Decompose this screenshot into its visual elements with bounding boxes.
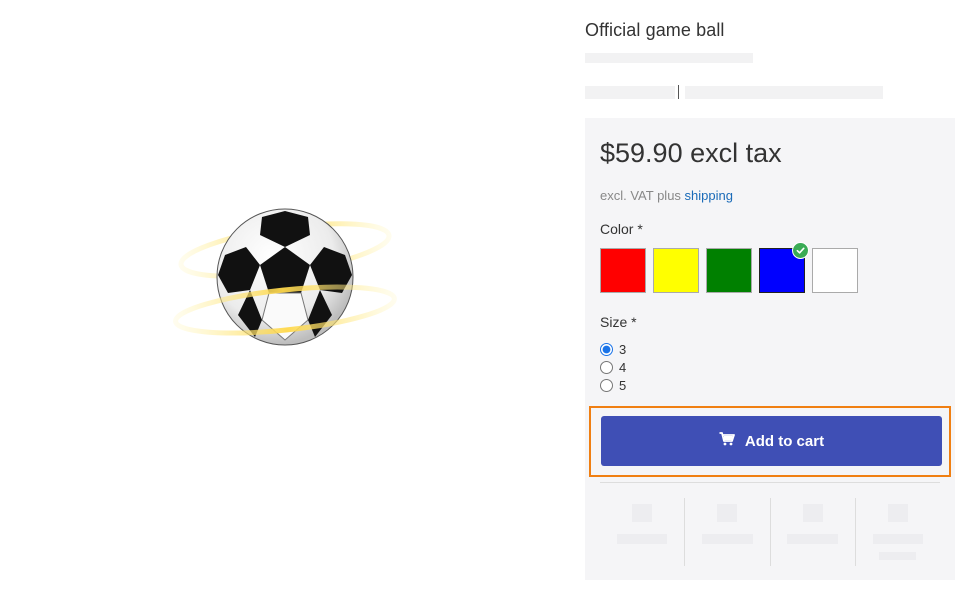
meta-placeholder <box>585 86 675 99</box>
color-swatches <box>600 242 858 293</box>
size-option-label: 4 <box>619 359 627 375</box>
feature-text-placeholder <box>787 534 838 544</box>
meta-divider <box>678 85 679 99</box>
vat-text: excl. VAT plus <box>600 188 681 203</box>
product-title: Official game ball <box>585 20 725 40</box>
feature-text-placeholder <box>702 534 753 544</box>
price: $59.90 excl tax <box>600 138 782 168</box>
add-to-cart-highlight: Add to cart <box>589 406 951 477</box>
size-option-label: 5 <box>619 377 627 393</box>
swatch-blue[interactable] <box>759 242 809 293</box>
feature-item <box>685 498 771 566</box>
size-option-label: 3 <box>619 341 627 357</box>
feature-item <box>600 498 686 566</box>
shipping-link[interactable]: shipping <box>685 188 733 203</box>
add-to-cart-label: Add to cart <box>744 432 825 450</box>
feature-icon <box>632 504 653 522</box>
feature-icon <box>887 504 908 522</box>
feature-item <box>856 498 940 566</box>
size-options: 3 4 5 <box>600 340 626 394</box>
swatch-green[interactable] <box>706 248 752 293</box>
purchase-box: $59.90 excl tax excl. VAT plus shipping … <box>585 118 955 580</box>
size-option-5[interactable]: 5 <box>600 376 626 394</box>
product-image-area <box>0 0 575 594</box>
size-label: Size * <box>600 314 637 330</box>
cart-icon <box>719 432 735 450</box>
rating-placeholder <box>585 53 753 63</box>
swatch-red[interactable] <box>600 248 646 293</box>
size-option-4[interactable]: 4 <box>600 358 626 376</box>
feature-text-placeholder <box>872 534 924 544</box>
feature-text-placeholder <box>879 552 917 560</box>
soccer-ball-image <box>173 208 397 346</box>
size-radio-3[interactable] <box>600 342 613 356</box>
features-divider <box>600 482 940 483</box>
color-label: Color * <box>600 221 643 237</box>
feature-text-placeholder <box>616 534 668 544</box>
feature-item <box>771 498 856 566</box>
size-option-3[interactable]: 3 <box>600 340 626 358</box>
swatch-yellow[interactable] <box>653 248 699 293</box>
product-panel: Official game ball $59.90 excl tax excl.… <box>585 0 955 594</box>
check-icon <box>792 242 809 259</box>
vat-note: excl. VAT plus shipping <box>600 188 733 203</box>
swatch-white[interactable] <box>812 248 858 293</box>
size-radio-5[interactable] <box>600 378 613 392</box>
size-radio-4[interactable] <box>600 360 613 374</box>
feature-icon <box>717 504 738 522</box>
feature-list <box>600 498 940 566</box>
add-to-cart-button[interactable]: Add to cart <box>601 416 942 466</box>
feature-icon <box>802 504 823 522</box>
meta-placeholder-2 <box>685 86 883 99</box>
